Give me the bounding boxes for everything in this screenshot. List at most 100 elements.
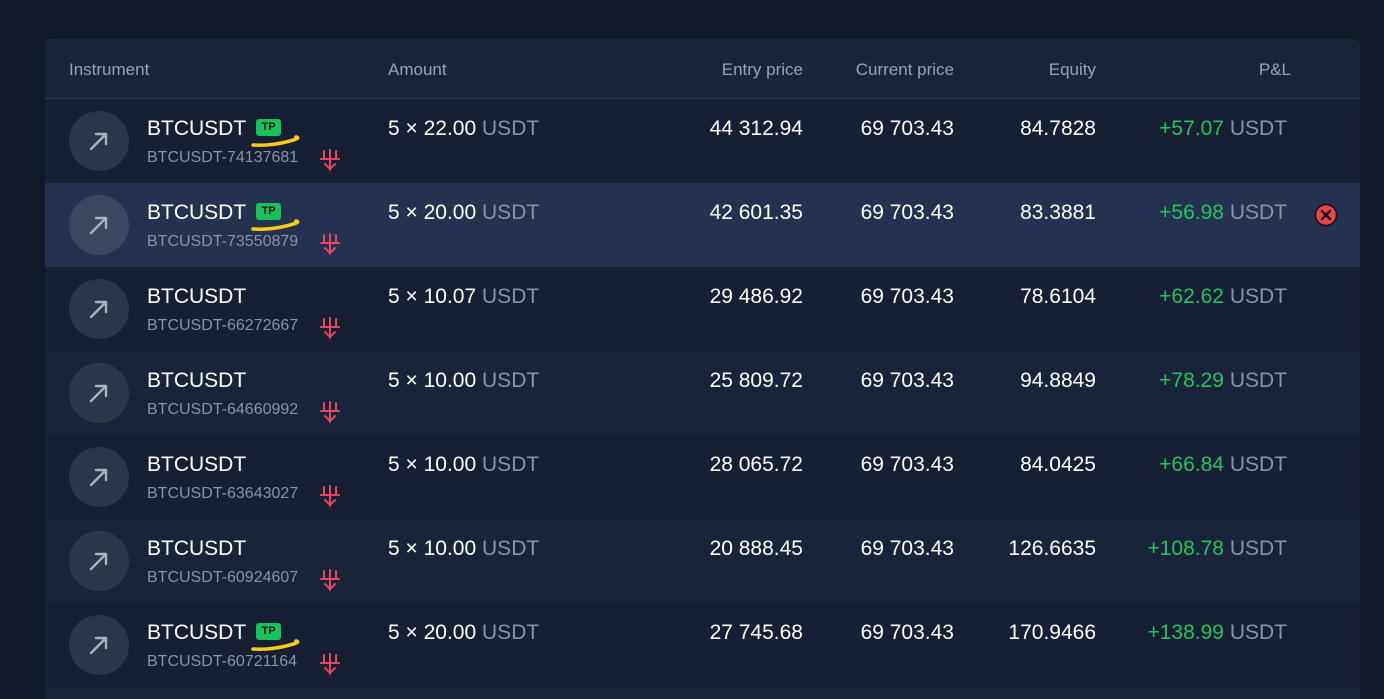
equity-cell: 94.8849 <box>1020 369 1096 392</box>
entry-price-cell: 27 745.68 <box>709 621 803 644</box>
column-header-equity[interactable]: Equity <box>1049 60 1096 80</box>
pnl-value: +108.78 <box>1147 537 1224 560</box>
trade-options-icon[interactable] <box>319 653 341 675</box>
trade-options-icon[interactable] <box>319 149 341 171</box>
amount-cell: 5 × 22.00 USDT <box>388 117 539 141</box>
instrument-name: BTCUSDT <box>147 369 247 392</box>
trade-options-icon[interactable] <box>319 317 341 339</box>
pnl-unit: USDT <box>1229 621 1287 644</box>
position-row[interactable]: BTCUSDT BTCUSDT-63643027 5 × 10.00 USDT … <box>45 435 1360 519</box>
amount-value: 5 × 10.00 <box>388 537 477 560</box>
annotation-underline <box>251 219 300 231</box>
amount-unit: USDT <box>482 285 540 308</box>
current-price-cell: 69 703.43 <box>860 285 954 308</box>
arrow-up-right-icon <box>69 447 129 507</box>
arrow-up-right-icon <box>69 531 129 591</box>
instrument-name: BTCUSDT <box>147 117 247 140</box>
entry-price-cell: 29 486.92 <box>709 285 803 308</box>
pnl-unit: USDT <box>1229 285 1287 308</box>
column-header-pnl[interactable]: P&L <box>1259 60 1291 80</box>
annotation-underline <box>251 639 300 651</box>
column-header-amount[interactable]: Amount <box>388 60 447 80</box>
amount-value: 5 × 10.00 <box>388 453 477 476</box>
amount-value: 5 × 22.00 <box>388 117 477 140</box>
pnl-cell: +62.62 USDT <box>1159 285 1287 309</box>
column-header-entry-price[interactable]: Entry price <box>722 60 803 80</box>
pnl-unit: USDT <box>1229 201 1287 224</box>
trade-options-icon[interactable] <box>319 401 341 423</box>
trade-options-icon[interactable] <box>319 569 341 591</box>
entry-price-cell: 42 601.35 <box>709 201 803 224</box>
amount-unit: USDT <box>482 369 540 392</box>
pnl-cell: +108.78 USDT <box>1147 537 1287 561</box>
amount-cell: 5 × 20.00 USDT <box>388 201 539 225</box>
amount-cell: 5 × 10.00 USDT <box>388 453 539 477</box>
amount-unit: USDT <box>482 201 540 224</box>
current-price-cell: 69 703.43 <box>860 117 954 140</box>
current-price-cell: 69 703.43 <box>860 453 954 476</box>
amount-cell: 5 × 10.07 USDT <box>388 285 539 309</box>
arrow-up-right-icon <box>69 111 129 171</box>
position-row[interactable]: BTCUSDT TP BTCUSDT-74137681 5 × 22.00 US… <box>45 99 1360 183</box>
position-id: BTCUSDT-73550879 <box>147 233 299 250</box>
column-header-instrument[interactable]: Instrument <box>69 60 149 80</box>
table-header: Instrument Amount Entry price Current pr… <box>45 39 1360 99</box>
pnl-unit: USDT <box>1229 453 1287 476</box>
positions-list: BTCUSDT TP BTCUSDT-74137681 5 × 22.00 US… <box>45 99 1360 687</box>
position-row[interactable]: BTCUSDT BTCUSDT-60924607 5 × 10.00 USDT … <box>45 519 1360 603</box>
trade-options-icon[interactable] <box>319 485 341 507</box>
instrument-name: BTCUSDT <box>147 453 247 476</box>
pnl-unit: USDT <box>1229 117 1287 140</box>
amount-cell: 5 × 20.00 USDT <box>388 621 539 645</box>
position-row[interactable]: BTCUSDT TP BTCUSDT-60721164 5 × 20.00 US… <box>45 603 1360 687</box>
current-price-cell: 69 703.43 <box>860 621 954 644</box>
positions-panel: Instrument Amount Entry price Current pr… <box>45 39 1360 699</box>
arrow-up-right-icon <box>69 195 129 255</box>
pnl-value: +62.62 <box>1159 285 1224 308</box>
pnl-value: +56.98 <box>1159 201 1224 224</box>
position-id: BTCUSDT-60924607 <box>147 569 299 586</box>
equity-cell: 84.7828 <box>1020 117 1096 140</box>
trade-options-icon[interactable] <box>319 233 341 255</box>
position-id: BTCUSDT-64660992 <box>147 401 299 418</box>
instrument-name: BTCUSDT <box>147 201 247 224</box>
arrow-up-right-icon <box>69 615 129 675</box>
pnl-cell: +66.84 USDT <box>1159 453 1287 477</box>
pnl-value: +66.84 <box>1159 453 1224 476</box>
amount-cell: 5 × 10.00 USDT <box>388 537 539 561</box>
current-price-cell: 69 703.43 <box>860 369 954 392</box>
entry-price-cell: 25 809.72 <box>709 369 803 392</box>
amount-unit: USDT <box>482 537 540 560</box>
instrument-name: BTCUSDT <box>147 621 247 644</box>
equity-cell: 170.9466 <box>1008 621 1096 644</box>
position-row[interactable]: BTCUSDT BTCUSDT-66272667 5 × 10.07 USDT … <box>45 267 1360 351</box>
position-row[interactable]: BTCUSDT BTCUSDT-64660992 5 × 10.00 USDT … <box>45 351 1360 435</box>
equity-cell: 84.0425 <box>1020 453 1096 476</box>
entry-price-cell: 44 312.94 <box>709 117 803 140</box>
amount-unit: USDT <box>482 621 540 644</box>
equity-cell: 126.6635 <box>1008 537 1096 560</box>
close-icon[interactable] <box>1314 203 1338 227</box>
column-header-current-price[interactable]: Current price <box>856 60 954 80</box>
position-id: BTCUSDT-74137681 <box>147 149 299 166</box>
amount-value: 5 × 20.00 <box>388 621 477 644</box>
entry-price-cell: 20 888.45 <box>709 537 803 560</box>
pnl-cell: +138.99 USDT <box>1147 621 1287 645</box>
pnl-unit: USDT <box>1229 369 1287 392</box>
current-price-cell: 69 703.43 <box>860 201 954 224</box>
amount-value: 5 × 10.00 <box>388 369 477 392</box>
pnl-unit: USDT <box>1229 537 1287 560</box>
pnl-cell: +56.98 USDT <box>1159 201 1287 225</box>
amount-unit: USDT <box>482 453 540 476</box>
position-row[interactable]: BTCUSDT TP BTCUSDT-73550879 5 × 20.00 US… <box>45 183 1360 267</box>
pnl-value: +78.29 <box>1159 369 1224 392</box>
pnl-value: +138.99 <box>1147 621 1224 644</box>
amount-value: 5 × 20.00 <box>388 201 477 224</box>
current-price-cell: 69 703.43 <box>860 537 954 560</box>
amount-value: 5 × 10.07 <box>388 285 477 308</box>
equity-cell: 78.6104 <box>1020 285 1096 308</box>
annotation-underline <box>251 135 300 147</box>
pnl-cell: +57.07 USDT <box>1159 117 1287 141</box>
position-id: BTCUSDT-63643027 <box>147 485 299 502</box>
amount-unit: USDT <box>482 117 540 140</box>
